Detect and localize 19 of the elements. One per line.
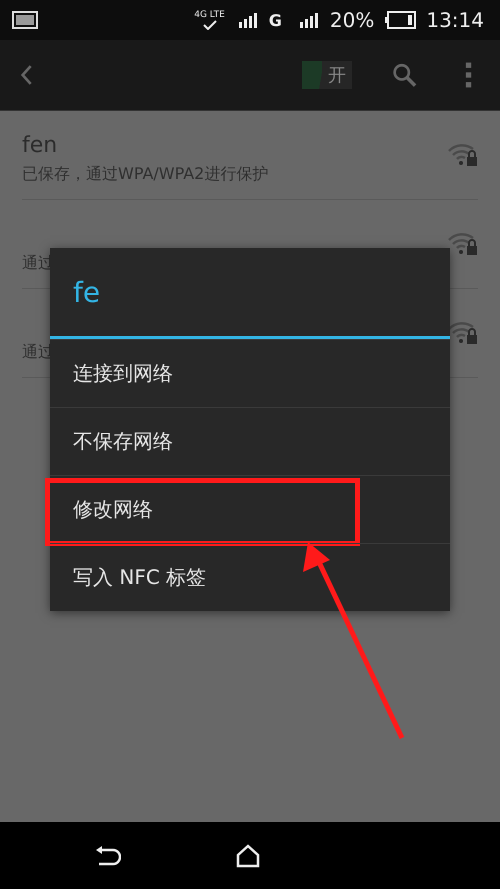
menu-item[interactable]: 连接到网络 [50,339,450,407]
network-type: 4G LTE [194,10,225,20]
check-icon [202,20,216,30]
network-status: 已保存，通过WPA/WPA2进行保护 [22,164,270,185]
battery-level: 20% [330,8,374,32]
home-icon[interactable] [236,844,260,868]
clock: 13:14 [426,8,484,32]
menu-item[interactable]: 修改网络 [50,475,450,543]
battery-icon [384,11,416,29]
search-icon[interactable] [392,61,417,89]
dialog-title: fe [73,276,100,308]
wifi-switch[interactable]: 开 [302,61,352,89]
network-name: fen [22,133,58,158]
picture-icon [12,11,38,29]
back-icon[interactable] [95,844,121,866]
wifi-lock-icon [448,143,478,167]
menu-item[interactable]: 不保存网络 [50,407,450,475]
wifi-lock-icon [448,232,478,256]
carrier-label: G [268,10,282,30]
